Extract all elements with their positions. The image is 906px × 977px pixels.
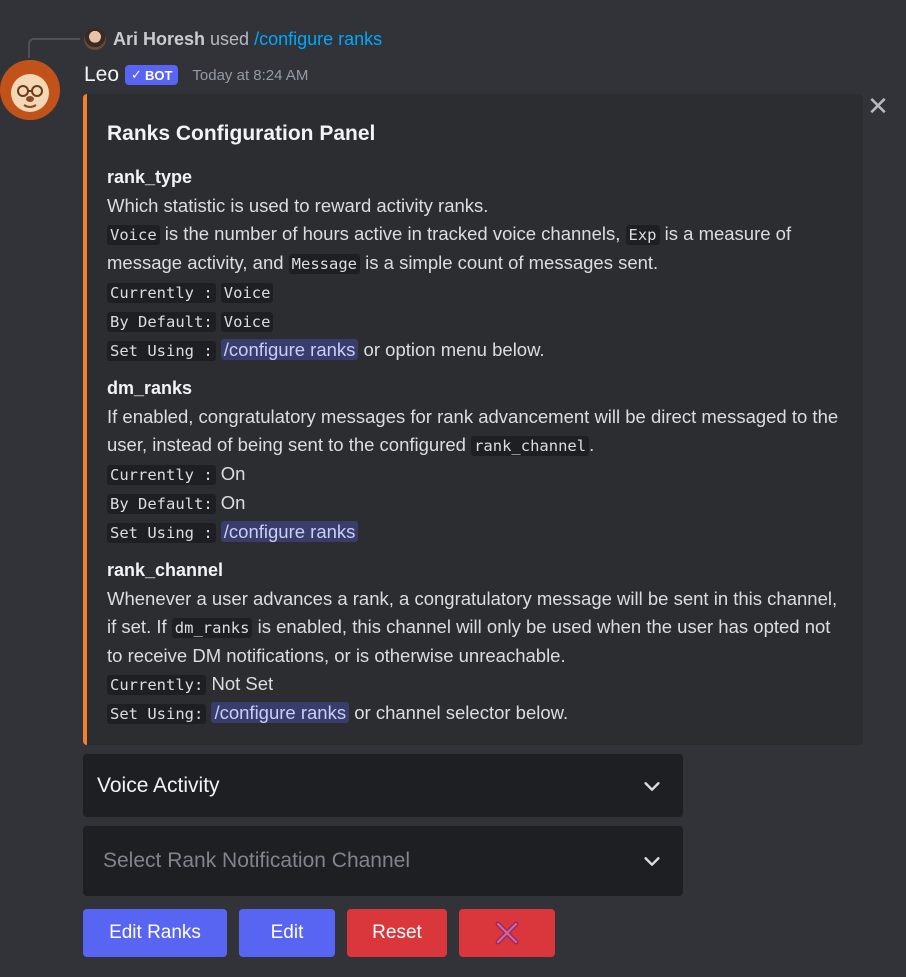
reply-author-name[interactable]: Ari Horesh	[113, 29, 205, 50]
field-text: is the number of hours active in tracked…	[159, 223, 626, 244]
reply-command-link[interactable]: /configure ranks	[254, 29, 382, 50]
default-value: Voice	[220, 312, 274, 332]
field-rank-channel: rank_channel Whenever a user advances a …	[107, 559, 843, 728]
close-button[interactable]	[459, 909, 555, 957]
currently-label: Currently:	[107, 675, 207, 695]
message-timestamp[interactable]: Today at 8:24 AM	[192, 67, 308, 84]
edit-button[interactable]: Edit	[239, 909, 335, 957]
default-label: By Default:	[107, 494, 216, 514]
set-using-label: Set Using :	[107, 341, 216, 361]
select-value: Voice Activity	[97, 773, 220, 797]
checkmark-icon: ✓	[131, 67, 142, 82]
currently-value: On	[220, 463, 246, 484]
field-value: Which statistic is used to reward activi…	[107, 192, 843, 365]
currently-label: Currently :	[107, 465, 216, 485]
field-name: rank_channel	[107, 560, 224, 580]
slash-command-link[interactable]: /configure ranks	[211, 702, 350, 723]
embed-panel: Ranks Configuration Panel rank_type Whic…	[83, 94, 863, 745]
reply-reference[interactable]: Ari Horesh used /configure ranks	[84, 27, 382, 51]
chevron-down-icon	[644, 781, 660, 791]
set-using-label: Set Using :	[107, 523, 216, 543]
bot-badge: ✓ BOT	[125, 65, 179, 85]
field-text: or option menu below.	[358, 339, 545, 360]
button-label: Reset	[372, 922, 422, 943]
reply-connector	[28, 38, 80, 58]
field-text: is a simple count of messages sent.	[360, 252, 659, 273]
cross-mark-icon	[495, 921, 519, 945]
inline-code: Voice	[107, 225, 160, 245]
bot-avatar[interactable]	[0, 60, 60, 120]
bot-username[interactable]: Leo	[84, 63, 119, 87]
reply-used-text: used	[210, 28, 250, 49]
inline-code: Exp	[625, 225, 660, 245]
inline-code: Message	[288, 254, 360, 274]
field-value: If enabled, congratulatory messages for …	[107, 403, 843, 547]
select-placeholder: Select Rank Notification Channel	[103, 849, 411, 872]
chevron-down-icon	[644, 857, 660, 866]
rank-channel-select[interactable]: Select Rank Notification Channel	[83, 826, 683, 896]
lion-avatar-icon	[0, 60, 60, 120]
default-value: On	[220, 492, 246, 513]
currently-label: Currently :	[107, 283, 216, 303]
currently-value: Voice	[220, 283, 274, 303]
reset-button[interactable]: Reset	[347, 909, 447, 957]
message-header: Leo ✓ BOT Today at 8:24 AM	[84, 60, 308, 90]
button-label: Edit	[270, 922, 304, 943]
rank-type-select[interactable]: Voice Activity	[83, 754, 683, 817]
button-label: Edit Ranks	[109, 922, 201, 943]
set-using-label: Set Using:	[107, 704, 207, 724]
inline-code: rank_channel	[471, 436, 590, 456]
field-name: rank_type	[107, 167, 193, 187]
field-value: Whenever a user advances a rank, a congr…	[107, 585, 843, 728]
bot-badge-label: BOT	[144, 67, 173, 83]
currently-value: Not Set	[211, 673, 274, 694]
embed-title: Ranks Configuration Panel	[107, 122, 376, 145]
field-text: or channel selector below.	[349, 702, 569, 723]
slash-command-link[interactable]: /configure ranks	[220, 521, 359, 542]
field-text: .	[589, 434, 595, 455]
field-name: dm_ranks	[107, 378, 193, 398]
inline-code: dm_ranks	[171, 618, 253, 638]
field-dm-ranks: dm_ranks If enabled, congratulatory mess…	[107, 377, 843, 547]
field-text: Which statistic is used to reward activi…	[107, 195, 489, 216]
default-label: By Default:	[107, 312, 216, 332]
slash-command-link[interactable]: /configure ranks	[220, 339, 359, 360]
field-rank-type: rank_type Which statistic is used to rew…	[107, 166, 843, 365]
dismiss-embed-icon[interactable]: ✕	[866, 93, 890, 119]
reply-author-avatar[interactable]	[84, 28, 106, 50]
edit-ranks-button[interactable]: Edit Ranks	[83, 909, 227, 957]
